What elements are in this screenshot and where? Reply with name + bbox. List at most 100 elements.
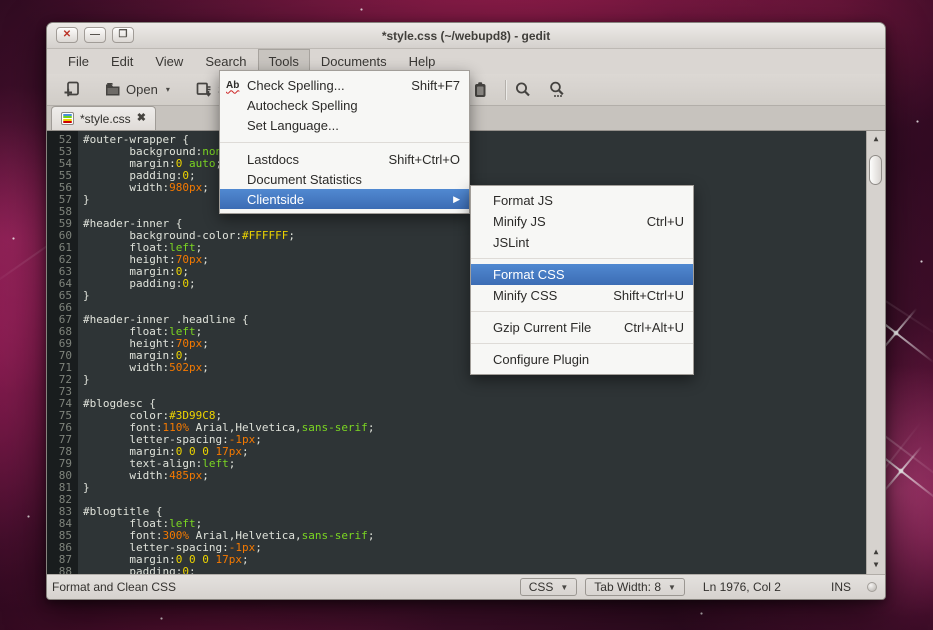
search-icon	[513, 80, 533, 100]
menu-item-label: Minify CSS	[493, 288, 595, 303]
menu-item-gzip-current-file[interactable]: Gzip Current FileCtrl+Alt+U	[471, 317, 693, 338]
vertical-scrollbar[interactable]: ▲ ▲ ▼	[866, 131, 885, 574]
code-text: }	[83, 374, 90, 386]
menu-item-lastdocs[interactable]: Lastdocs Shift+Ctrl+O	[220, 149, 469, 169]
chevron-down-icon: ▼	[668, 583, 676, 592]
window-title: *style.css (~/webupd8) - gedit	[47, 29, 885, 43]
search-replace-icon	[547, 80, 567, 100]
paste-button[interactable]	[470, 74, 490, 106]
replace-button[interactable]	[547, 74, 567, 106]
paste-clipboard-icon	[470, 80, 490, 100]
language-label: CSS	[529, 580, 554, 594]
menu-item-label: Minify JS	[493, 214, 629, 229]
code-line: 73	[47, 386, 866, 398]
menubar-item-view[interactable]: View	[144, 49, 194, 74]
spellcheck-icon: Ab	[226, 80, 247, 91]
code-text: width:485px;	[83, 470, 209, 482]
menu-item-configure-plugin[interactable]: Configure Plugin	[471, 349, 693, 370]
menu-item-shortcut: Ctrl+Alt+U	[624, 320, 684, 335]
titlebar[interactable]: ✕ — ❒ *style.css (~/webupd8) - gedit	[47, 23, 885, 49]
maximize-window-button[interactable]: ❒	[112, 27, 134, 43]
star	[893, 330, 899, 336]
star	[920, 260, 923, 263]
menu-item-label: Format CSS	[493, 267, 684, 282]
code-line: 72}	[47, 374, 866, 386]
close-window-button[interactable]: ✕	[56, 27, 78, 43]
code-text: }	[83, 290, 90, 302]
clientside-submenu: Format JS Minify JS Ctrl+U JSLint Format CSS…	[470, 185, 694, 375]
open-button[interactable]: Open ▾	[98, 79, 175, 100]
menu-item-check-spelling[interactable]: AbCheck Spelling... Shift+F7	[220, 75, 469, 95]
scrollbar-thumb[interactable]	[869, 155, 882, 185]
resize-grip[interactable]	[867, 582, 877, 592]
menu-item-label: Autocheck Spelling	[247, 98, 460, 113]
open-button-label: Open	[126, 82, 158, 97]
menu-item-shortcut: Shift+Ctrl+O	[388, 152, 460, 167]
menu-separator	[471, 258, 693, 259]
menubar-item-file[interactable]: File	[57, 49, 100, 74]
star	[160, 617, 163, 620]
submenu-arrow-icon: ▶	[453, 194, 460, 205]
code-line: 80 width:485px;	[47, 470, 866, 482]
menu-item-document-statistics[interactable]: Document Statistics	[220, 169, 469, 189]
menu-item-minify-js[interactable]: Minify JS Ctrl+U	[471, 211, 693, 232]
tab-style-css[interactable]: *style.css ✖	[51, 106, 156, 130]
language-selector-button[interactable]: CSS ▼	[520, 578, 578, 596]
menu-item-label: Configure Plugin	[493, 352, 684, 367]
menu-item-label: Format JS	[493, 193, 684, 208]
menu-item-format-js[interactable]: Format JS	[471, 190, 693, 211]
code-text: padding:0;	[83, 566, 196, 574]
menu-item-shortcut: Shift+Ctrl+U	[613, 288, 684, 303]
menu-item-label: Check Spelling...	[247, 78, 393, 93]
menu-item-format-css[interactable]: Format CSS	[471, 264, 693, 285]
menu-item-minify-css[interactable]: Minify CSS Shift+Ctrl+U	[471, 285, 693, 306]
menubar-item-edit[interactable]: Edit	[100, 49, 144, 74]
code-text: width:980px;	[83, 182, 209, 194]
status-message: Format and Clean CSS	[52, 580, 176, 594]
open-dropdown-arrow-icon[interactable]: ▾	[166, 85, 170, 94]
code-text: padding:0;	[83, 278, 196, 290]
menu-item-label: Lastdocs	[247, 152, 370, 167]
new-document-button[interactable]	[57, 78, 86, 101]
menu-item-label: JSLint	[493, 235, 684, 250]
code-line: 71 width:502px;	[47, 362, 866, 374]
star	[898, 468, 904, 474]
menu-item-jslint[interactable]: JSLint	[471, 232, 693, 253]
new-document-icon	[62, 80, 81, 99]
menu-item-shortcut: Shift+F7	[411, 78, 460, 93]
star	[12, 237, 15, 240]
menu-separator	[220, 142, 469, 143]
menu-item-autocheck-spelling[interactable]: Autocheck Spelling	[220, 95, 469, 115]
code-line: 64 padding:0;	[47, 278, 866, 290]
toolbar-separator	[501, 74, 510, 106]
minimize-window-button[interactable]: —	[84, 27, 106, 43]
tab-close-icon[interactable]: ✖	[137, 113, 146, 124]
insert-mode-indicator: INS	[831, 580, 851, 594]
open-folder-icon	[103, 81, 122, 98]
star	[360, 8, 363, 11]
menu-separator	[471, 343, 693, 344]
code-line: 81}	[47, 482, 866, 494]
menu-item-clientside[interactable]: Clientside ▶	[220, 189, 469, 209]
menu-item-shortcut: Ctrl+U	[647, 214, 684, 229]
menu-separator	[471, 311, 693, 312]
scroll-up-arrow-icon[interactable]: ▲	[867, 545, 885, 559]
menu-item-label: Document Statistics	[247, 172, 460, 187]
window-controls: ✕ — ❒	[56, 27, 134, 43]
scroll-down-arrow-icon[interactable]: ▼	[867, 558, 885, 572]
cursor-position: Ln 1976, Col 2	[703, 580, 781, 594]
menu-item-label: Set Language...	[247, 118, 460, 133]
tab-label: *style.css	[80, 112, 131, 126]
line-number: 88	[47, 566, 78, 574]
find-button[interactable]	[513, 74, 533, 106]
save-icon	[194, 80, 214, 99]
code-text: }	[83, 482, 90, 494]
tab-width-button[interactable]: Tab Width: 8 ▼	[585, 578, 685, 596]
menu-item-set-language[interactable]: Set Language...	[220, 115, 469, 135]
code-line: 65}	[47, 290, 866, 302]
menu-item-label: Clientside	[247, 192, 443, 207]
code-line: 82	[47, 494, 866, 506]
chevron-down-icon: ▼	[560, 583, 568, 592]
tab-width-label: Tab Width: 8	[594, 580, 661, 594]
scroll-up-arrow-icon[interactable]: ▲	[867, 132, 885, 146]
